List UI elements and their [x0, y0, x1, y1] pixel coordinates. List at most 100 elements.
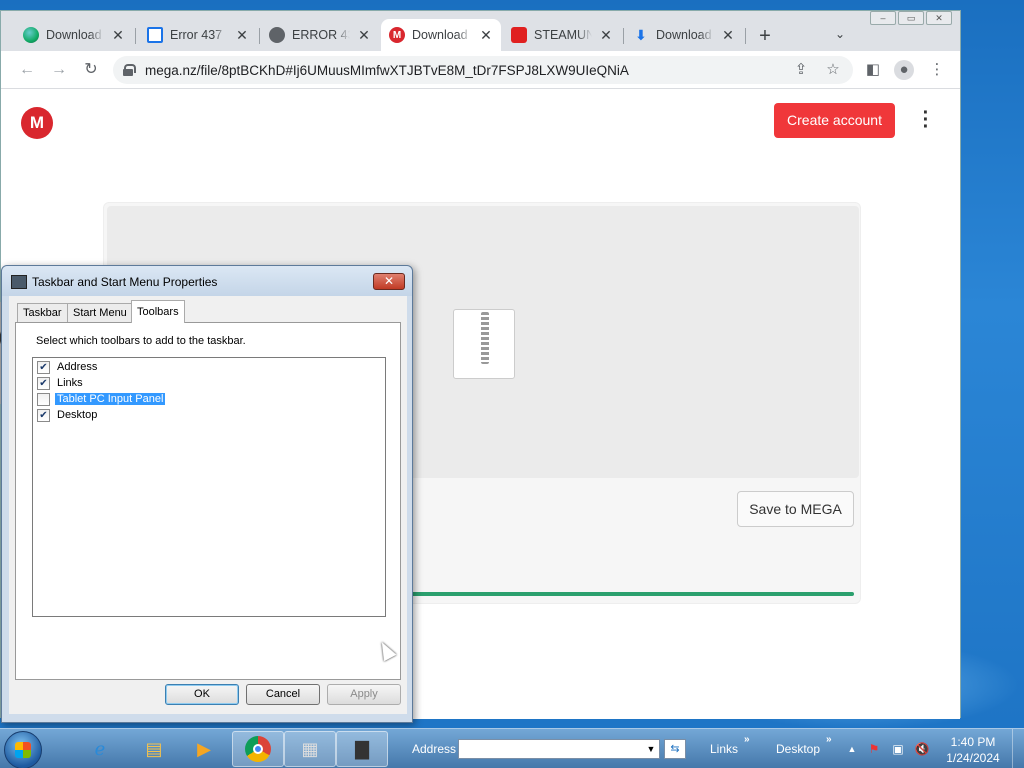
save-to-mega-button[interactable]: Save to MEGA [737, 491, 854, 527]
forward-icon[interactable]: → [49, 60, 69, 80]
taskbar-properties-dialog: Taskbar and Start Menu Properties ✕ Task… [1, 265, 413, 723]
close-tab-icon[interactable]: ✕ [357, 27, 371, 44]
links-chevron-icon[interactable]: » [744, 734, 750, 745]
window-controls: – ▭ ✕ [870, 11, 952, 29]
toolbar-item-label: Desktop [57, 409, 98, 421]
create-account-button[interactable]: Create account [774, 103, 895, 138]
lock-icon [123, 64, 136, 76]
side-panel-icon[interactable]: ◧ [863, 60, 883, 80]
action-center-flag-icon[interactable]: ⚑ [866, 741, 882, 757]
error-page-icon [147, 27, 163, 43]
dialog-body: Taskbar Start Menu Toolbars Select which… [9, 296, 407, 714]
tab-title: Error 437 [170, 28, 223, 42]
toolbar-item-label: Tablet PC Input Panel [55, 393, 166, 405]
new-tab-button[interactable]: + [755, 25, 775, 48]
url-text: mega.nz/file/8ptBCKhD#Ij6UMuusMImfwXTJBT… [145, 62, 629, 78]
close-tab-icon[interactable]: ✕ [111, 27, 125, 44]
tablet-pc-input-panel-checkbox[interactable] [37, 392, 50, 406]
browser-menu-icon[interactable]: ⋮ [927, 60, 947, 80]
taskbar-properties-icon [11, 275, 27, 289]
toolbar-item-label: Links [57, 377, 83, 389]
address-go-icon[interactable]: ⇆ [664, 739, 686, 759]
close-tab-icon[interactable]: ✕ [721, 27, 735, 44]
dialog-titlebar[interactable]: Taskbar and Start Menu Properties ✕ [2, 266, 412, 296]
taskbar-properties-taskbar-icon[interactable]: ▇ [336, 731, 388, 767]
address-dropdown-icon[interactable]: ▼ [644, 740, 658, 758]
toolbar-item-links[interactable]: ✔ Links [37, 375, 85, 391]
close-window-button[interactable]: ✕ [926, 11, 952, 25]
tab-separator [623, 28, 624, 44]
dialog-title: Taskbar and Start Menu Properties [32, 275, 218, 289]
address-checkbox[interactable]: ✔ [37, 360, 50, 374]
chrome-taskbar-icon[interactable] [232, 731, 284, 767]
show-hidden-icons-icon[interactable]: ▲ [844, 741, 860, 757]
tab-title: STEAMUN [534, 28, 592, 42]
toolbar-item-label: Address [57, 361, 98, 373]
tab-search-chevron-icon[interactable]: ⌄ [835, 27, 845, 41]
toolbar-item-tablet-pc-input-panel[interactable]: Tablet PC Input Panel [37, 391, 166, 407]
clock-time: 1:40 PM [950, 735, 996, 749]
links-checkbox[interactable]: ✔ [37, 376, 50, 390]
unlock-icon [511, 27, 527, 43]
tab-separator [259, 28, 260, 44]
profile-avatar-icon[interactable]: ● [894, 60, 914, 80]
control-panel-taskbar-icon[interactable]: ▦ [284, 731, 336, 767]
network-icon[interactable]: ▣ [890, 741, 906, 757]
tab-download-2[interactable]: ⬇ Download ✕ [625, 19, 743, 51]
address-toolbar-input[interactable] [458, 739, 660, 759]
volume-muted-icon[interactable]: 🔇 [914, 741, 930, 757]
browser-toolbar: ← → ↻ mega.nz/file/8ptBCKhD#Ij6UMuusMImf… [1, 51, 960, 89]
bookmark-star-icon[interactable]: ☆ [823, 60, 843, 80]
start-button[interactable] [4, 731, 42, 768]
file-explorer-icon[interactable]: ▤ [128, 731, 180, 767]
dialog-close-button[interactable]: ✕ [373, 273, 405, 290]
tab-title: Download [412, 28, 468, 42]
toolbar-item-address[interactable]: ✔ Address [37, 359, 99, 375]
apply-button: Apply [327, 684, 401, 705]
close-tab-icon[interactable]: ✕ [235, 27, 249, 44]
tab-start-menu[interactable]: Start Menu [67, 303, 133, 322]
media-player-icon[interactable]: ▶ [178, 731, 230, 767]
tab-strip: Download ✕ Error 437 ✕ ERROR 437 ✕ M Dow… [1, 11, 960, 51]
globe-icon [23, 27, 39, 43]
toolbars-instruction: Select which toolbars to add to the task… [36, 335, 246, 347]
windows-taskbar: ℯ ▤ ▶ ▦ ▇ Address ▼ ⇆ Links » Desktop » … [0, 728, 1024, 768]
cancel-button[interactable]: Cancel [246, 684, 320, 705]
desktop-chevron-icon[interactable]: » [826, 734, 832, 745]
chrome-icon [245, 736, 271, 762]
zip-file-icon [453, 309, 515, 379]
tab-steamun[interactable]: STEAMUN ✕ [503, 19, 621, 51]
share-icon[interactable]: ⇪ [791, 60, 811, 80]
tab-toolbars[interactable]: Toolbars [131, 300, 185, 323]
address-toolbar-label: Address [412, 742, 457, 756]
page-menu-icon[interactable]: · · · [919, 103, 933, 137]
system-clock[interactable]: 1:40 PM 1/24/2024 [940, 734, 1006, 766]
back-icon[interactable]: ← [17, 60, 37, 80]
tab-separator [745, 28, 746, 44]
minimize-button[interactable]: – [870, 11, 896, 25]
tab-mega-download[interactable]: M Download ✕ [381, 19, 501, 51]
maximize-button[interactable]: ▭ [898, 11, 924, 25]
tab-taskbar[interactable]: Taskbar [17, 303, 68, 322]
reload-icon[interactable]: ↻ [81, 60, 101, 80]
ok-button[interactable]: OK [165, 684, 239, 705]
internet-explorer-icon[interactable]: ℯ [74, 731, 126, 767]
desktop-toolbar-label[interactable]: Desktop [776, 742, 820, 756]
mega-logo[interactable]: M [21, 107, 53, 139]
tab-error-437-b[interactable]: ERROR 437 ✕ [261, 19, 379, 51]
toolbar-item-desktop[interactable]: ✔ Desktop [37, 407, 99, 423]
tab-title: ERROR 437 [292, 28, 350, 42]
close-tab-icon[interactable]: ✕ [479, 27, 493, 44]
desktop-checkbox[interactable]: ✔ [37, 408, 50, 422]
tab-error-437[interactable]: Error 437 ✕ [139, 19, 257, 51]
close-tab-icon[interactable]: ✕ [599, 27, 613, 44]
tab-download-1[interactable]: Download ✕ [15, 19, 133, 51]
tab-separator [135, 28, 136, 44]
show-desktop-button[interactable] [1012, 729, 1024, 768]
toolbars-panel: Select which toolbars to add to the task… [15, 322, 401, 680]
tab-title: Download [46, 28, 102, 42]
toolbars-list[interactable]: ✔ Address ✔ Links Tablet PC Input Panel … [32, 357, 386, 617]
address-bar[interactable]: mega.nz/file/8ptBCKhD#Ij6UMuusMImfwXTJBT… [113, 56, 853, 84]
links-toolbar-label[interactable]: Links [710, 742, 738, 756]
mega-icon: M [389, 27, 405, 43]
